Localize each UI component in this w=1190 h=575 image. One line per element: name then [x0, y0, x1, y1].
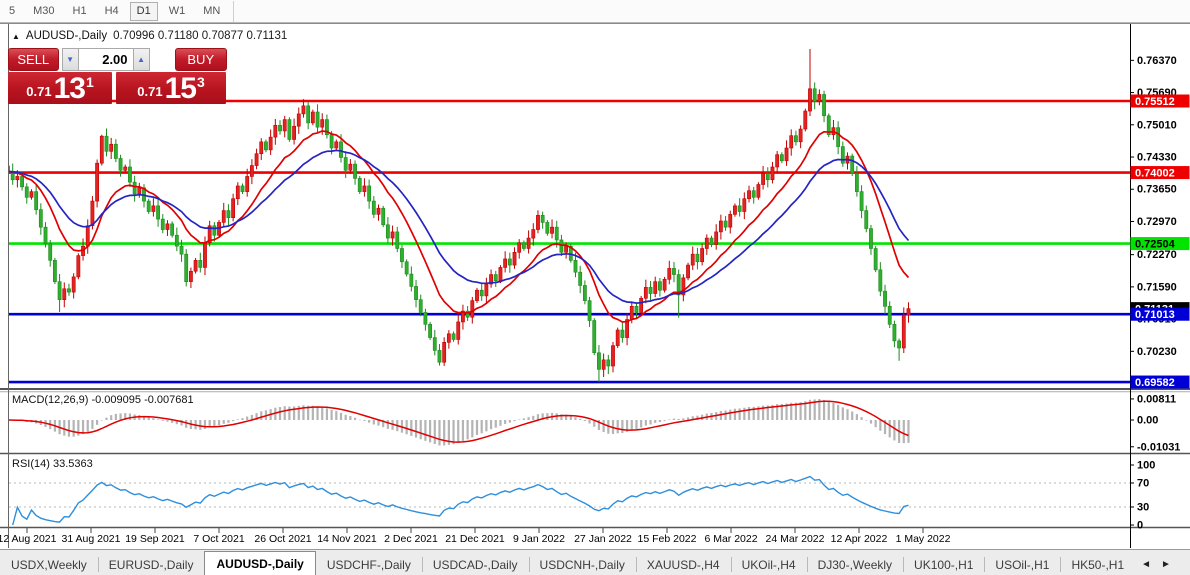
- timeframe-button-h4[interactable]: H4: [98, 2, 126, 21]
- chart-window: 0.76370 0.75690 0.75010 0.74330 0.73650 0.729…: [0, 23, 1190, 549]
- volume-stepper: ▼ ▲: [61, 48, 150, 71]
- tab-scroll-left-icon[interactable]: ◄: [1141, 559, 1151, 570]
- date-label: 6 Mar 2022: [704, 533, 757, 545]
- chart-tab-usoil-h1[interactable]: USOil-,H1: [984, 554, 1060, 575]
- chevron-down-icon: ▼: [66, 55, 74, 64]
- buy-price-big: 15: [164, 72, 197, 105]
- buy-price-pip: 3: [196, 74, 205, 90]
- timeframe-button-w1[interactable]: W1: [162, 2, 193, 21]
- rsi-tick-label: 0: [1137, 520, 1143, 532]
- date-label: 21 Dec 2021: [445, 533, 505, 545]
- date-label: 19 Sep 2021: [125, 533, 185, 545]
- sell-price-pip: 1: [85, 74, 94, 90]
- timeframe-button-m30[interactable]: M30: [26, 2, 61, 21]
- price-tick-label: 0.75010: [1137, 119, 1177, 131]
- chart-tab-usdcnh-daily[interactable]: USDCNH-,Daily: [528, 554, 636, 575]
- svg-text:0.75512: 0.75512: [1135, 96, 1175, 108]
- tab-scroll-right-icon[interactable]: ►: [1161, 559, 1171, 570]
- macd-tick-label: 0.00811: [1137, 393, 1176, 405]
- date-label: 31 Aug 2021: [62, 533, 121, 545]
- date-label: 1 May 2022: [896, 533, 951, 545]
- date-label: 2 Dec 2021: [384, 533, 438, 545]
- date-label: 24 Mar 2022: [766, 533, 825, 545]
- date-label: 15 Feb 2022: [638, 533, 697, 545]
- macd-indicator-label: MACD(12,26,9) -0.009095 -0.007681: [12, 394, 194, 406]
- chart-symbol-label: AUDUSD-,Daily: [25, 30, 108, 42]
- sell-price-prefix: 0.71: [26, 84, 52, 99]
- macd-tick-label: -0.01031: [1137, 441, 1180, 453]
- rsi-tick-label: 70: [1137, 478, 1149, 490]
- toolbar-separator: [233, 0, 235, 22]
- chart-tab-bar: USDX,Weekly EURUSD-,Daily AUDUSD-,Daily USD…: [0, 549, 1190, 575]
- volume-increase-button[interactable]: ▲: [132, 48, 150, 71]
- rsi-indicator-label: RSI(14) 33.5363: [12, 458, 93, 470]
- chart-tab-ukoil-h4[interactable]: UKOil-,H4: [730, 554, 807, 575]
- buy-button[interactable]: BUY: [174, 48, 227, 71]
- rsi-tick-label: 30: [1137, 502, 1149, 514]
- timeframe-button-mn[interactable]: MN: [196, 2, 227, 21]
- timeframe-button-d1[interactable]: D1: [129, 1, 158, 21]
- macd-tick-label: 0.00: [1137, 415, 1158, 427]
- chart-tab-usdchf-daily[interactable]: USDCHF-,Daily: [316, 554, 422, 575]
- date-label: 27 Jan 2022: [574, 533, 632, 545]
- chart-tab-audusd-daily[interactable]: AUDUSD-,Daily: [204, 551, 316, 575]
- price-tick-label: 0.72970: [1137, 216, 1177, 228]
- buy-price-panel[interactable]: 0.71 15 3: [116, 72, 226, 104]
- chart-tab-xauusd-h4[interactable]: XAUUSD-,H4: [635, 554, 731, 575]
- chart-ohlc-values: 0.70996 0.71180 0.70877 0.71131: [113, 30, 288, 42]
- date-label: 12 Apr 2022: [831, 533, 888, 545]
- date-label: 12 Aug 2021: [0, 533, 57, 545]
- chart-tab-hk50-h1[interactable]: HK50-,H1: [1060, 554, 1135, 575]
- price-tick-label: 0.74330: [1137, 152, 1177, 164]
- price-tick-label: 0.70230: [1137, 346, 1177, 358]
- chart-tab-uk100-h1[interactable]: UK100-,H1: [903, 554, 984, 575]
- chart-title: ▲ AUDUSD-,Daily 0.70996 0.71180 0.70877 …: [12, 30, 287, 42]
- collapse-chart-icon[interactable]: ▲: [12, 32, 20, 41]
- date-label: 26 Oct 2021: [254, 533, 311, 545]
- date-label: 7 Oct 2021: [193, 533, 245, 545]
- chart-tab-eurusd-daily[interactable]: EURUSD-,Daily: [97, 554, 205, 575]
- svg-text:0.72504: 0.72504: [1135, 239, 1176, 251]
- chevron-up-icon: ▲: [137, 55, 145, 64]
- rsi-tick-label: 100: [1137, 460, 1155, 472]
- chart-tab-usdx-weekly[interactable]: USDX,Weekly: [0, 554, 98, 575]
- price-tick-label: 0.73650: [1137, 184, 1177, 196]
- price-tick-label: 0.72270: [1137, 249, 1177, 261]
- one-click-trading-panel: SELL ▼ ▲ BUY 0.71 13 1: [8, 47, 227, 104]
- price-tick-label: 0.71590: [1137, 281, 1177, 293]
- volume-decrease-button[interactable]: ▼: [61, 48, 79, 71]
- price-tick-label: 0.76370: [1137, 55, 1177, 67]
- mt4-terminal: 5 M30 H1 H4 D1 W1 MN 0.76370 0.75690 0.75010 0.74…: [0, 0, 1190, 575]
- svg-text:0.69582: 0.69582: [1135, 377, 1175, 389]
- sell-button[interactable]: SELL: [8, 48, 59, 71]
- buy-price-prefix: 0.71: [137, 84, 163, 99]
- volume-input[interactable]: [78, 48, 133, 71]
- timeframe-toolbar: 5 M30 H1 H4 D1 W1 MN: [0, 0, 1190, 23]
- date-label: 9 Jan 2022: [513, 533, 565, 545]
- sell-price-panel[interactable]: 0.71 13 1: [8, 72, 112, 104]
- sell-price-big: 13: [53, 72, 86, 105]
- svg-text:0.71013: 0.71013: [1135, 309, 1175, 321]
- chart-tab-usdcad-daily[interactable]: USDCAD-,Daily: [421, 554, 529, 575]
- timeframe-button-h1[interactable]: H1: [66, 2, 94, 21]
- timeframe-button-5[interactable]: 5: [2, 2, 22, 21]
- chart-tab-dj30-weekly[interactable]: DJ30-,Weekly: [806, 554, 903, 575]
- date-label: 14 Nov 2021: [317, 533, 377, 545]
- svg-text:0.74002: 0.74002: [1135, 168, 1175, 180]
